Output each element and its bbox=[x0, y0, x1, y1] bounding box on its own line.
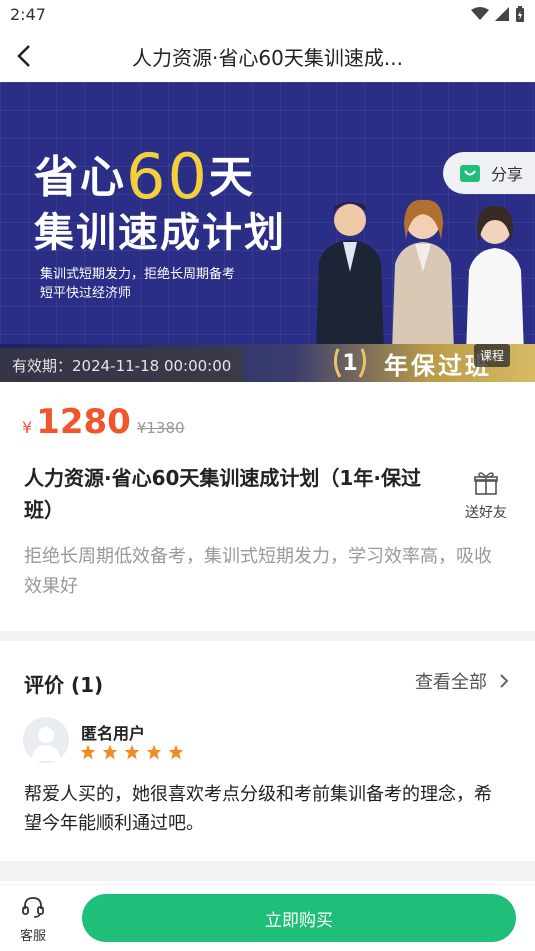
course-banner: 省心60天 集训速成计划 集训式短期发力，拒绝长周期备考 短平快过经济师 分享 … bbox=[0, 82, 535, 382]
year-number: 1 bbox=[342, 350, 358, 376]
signal-icon bbox=[495, 7, 509, 21]
star-icon bbox=[102, 744, 118, 760]
review-text: 帮爱人买的，她很喜欢考点分级和考前集训备考的理念，希望今年能顺利通过吧。 bbox=[24, 784, 492, 834]
banner-subtitle-line2: 短平快过经济师 bbox=[40, 286, 132, 301]
gift-button[interactable]: 送好友 bbox=[456, 470, 516, 522]
year-badge: 1 年保过班 bbox=[330, 344, 492, 382]
star-icon bbox=[146, 744, 162, 760]
view-all-reviews-link[interactable]: 查看全部 bbox=[415, 668, 509, 694]
price-row: ¥ 1280 ¥1380 bbox=[22, 402, 185, 442]
star-icon bbox=[168, 744, 184, 760]
view-all-label: 查看全部 bbox=[415, 672, 487, 693]
original-price: ¥1380 bbox=[136, 419, 185, 437]
section-divider bbox=[0, 631, 535, 641]
reviews-title: 评价 (1) bbox=[24, 673, 104, 697]
headset-icon bbox=[22, 897, 44, 918]
banner-subtitle-line1: 集训式短期发力，拒绝长周期备考 bbox=[40, 267, 236, 282]
share-icon bbox=[460, 165, 480, 182]
star-icon bbox=[124, 744, 140, 760]
banner-title-pre: 省心 bbox=[34, 152, 126, 203]
buy-now-button[interactable]: 立即购买 bbox=[82, 894, 516, 942]
share-label: 分享 bbox=[491, 165, 524, 184]
customer-service-button[interactable]: 客服 bbox=[12, 895, 54, 944]
star-icon bbox=[80, 744, 96, 760]
banner-title-post: 天 bbox=[208, 152, 255, 203]
avatar bbox=[23, 717, 69, 763]
validity-label: 有效期：2024-11-18 00:00:00 bbox=[0, 348, 244, 382]
rating-stars bbox=[80, 744, 184, 760]
bottom-action-bar: 客服 立即购买 bbox=[0, 884, 535, 951]
banner-title-line2: 集训速成计划 bbox=[34, 210, 286, 256]
wifi-icon bbox=[471, 7, 489, 20]
current-price: 1280 bbox=[36, 402, 131, 442]
service-label: 客服 bbox=[19, 929, 46, 944]
section-divider bbox=[0, 861, 535, 881]
page-title: 人力资源·省心60天集训速成... bbox=[132, 46, 403, 70]
course-title: 人力资源·省心60天集训速成计划（1年·保过班） bbox=[24, 466, 421, 522]
course-tag: 课程 bbox=[474, 344, 511, 367]
gift-icon bbox=[474, 472, 498, 495]
share-button[interactable]: 分享 bbox=[443, 152, 535, 194]
status-time: 2:47 bbox=[10, 5, 46, 24]
gift-label: 送好友 bbox=[465, 505, 507, 521]
year-laurel: 1 bbox=[330, 345, 370, 381]
user-avatar-icon bbox=[31, 727, 61, 761]
nav-bar: 人力资源·省心60天集训速成... bbox=[0, 30, 535, 82]
status-icons bbox=[471, 6, 525, 22]
banner-title-line1: 省心60天 bbox=[34, 134, 255, 213]
battery-icon bbox=[516, 6, 524, 22]
course-description: 拒绝长周期低效备考，集训式短期发力，学习效率高，吸收效果好 bbox=[24, 546, 492, 597]
status-bar: 2:47 bbox=[0, 0, 535, 30]
chevron-right-icon bbox=[500, 674, 509, 688]
back-button[interactable] bbox=[8, 40, 40, 72]
reviewer-name: 匿名用户 bbox=[81, 724, 146, 743]
price-symbol: ¥ bbox=[22, 418, 33, 437]
back-arrow-icon bbox=[17, 45, 30, 67]
